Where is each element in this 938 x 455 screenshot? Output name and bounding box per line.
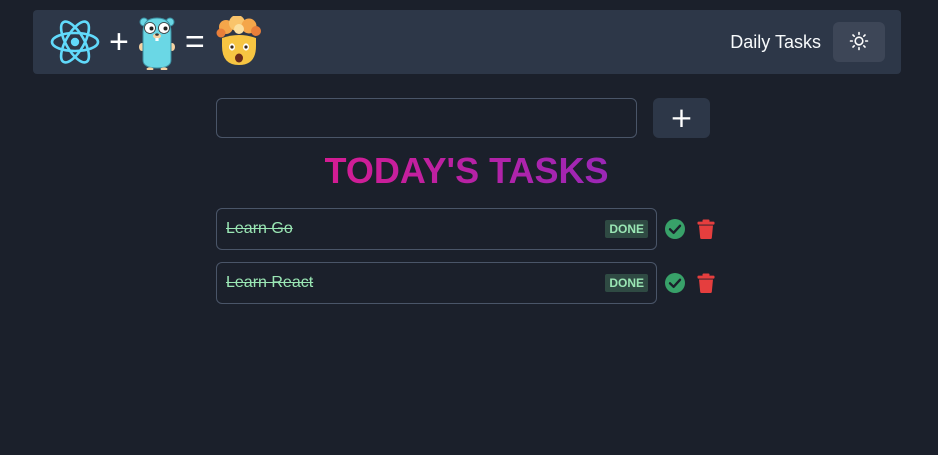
task-text: Learn React [226, 274, 314, 291]
status-badge: DONE [605, 274, 648, 292]
sun-icon [849, 31, 869, 54]
plus-sign: + [109, 23, 129, 61]
task-text: Learn Go [226, 220, 293, 237]
gopher-icon [137, 14, 177, 70]
add-task-form: + [216, 98, 710, 138]
navbar-right: Daily Tasks [730, 22, 885, 62]
trash-icon[interactable] [695, 218, 717, 240]
page-title-text: TODAY'S TASKS [324, 150, 609, 191]
theme-toggle-button[interactable] [833, 22, 885, 62]
exploding-head-emoji-icon [213, 16, 265, 68]
navbar: + = Daily Tasks [33, 10, 901, 74]
app-logo: + = [49, 10, 265, 74]
trash-icon[interactable] [695, 272, 717, 294]
add-task-button[interactable]: + [653, 98, 710, 138]
react-logo-icon [49, 16, 101, 68]
task-item: Learn React DONE [216, 262, 657, 304]
new-task-input[interactable] [216, 98, 637, 138]
equals-sign: = [184, 23, 205, 61]
task-item: Learn Go DONE [216, 208, 657, 250]
app-title: Daily Tasks [730, 31, 821, 52]
check-circle-icon[interactable] [664, 272, 686, 294]
page-title: TODAY'S TASKS [216, 150, 717, 192]
status-badge: DONE [605, 220, 648, 238]
check-circle-icon[interactable] [664, 218, 686, 240]
